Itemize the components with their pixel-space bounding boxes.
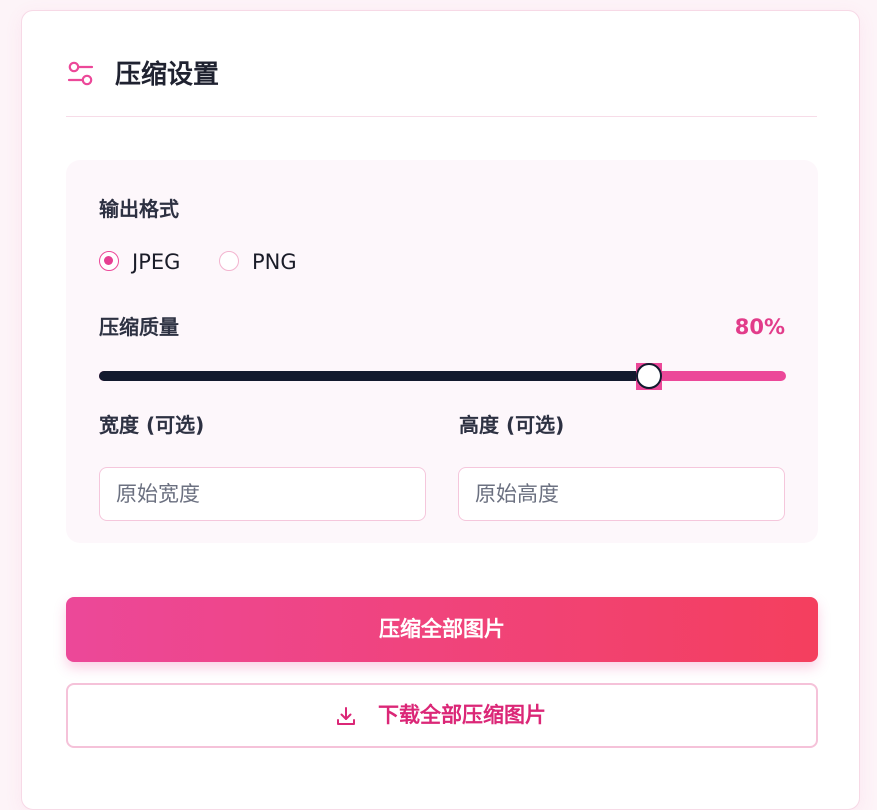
width-input[interactable] (99, 467, 426, 521)
settings-title: 压缩设置 (115, 60, 220, 90)
height-label: 高度 (可选) (459, 413, 565, 437)
download-icon (337, 707, 355, 725)
format-option-label: PNG (252, 250, 297, 274)
sliders-icon (67, 61, 94, 86)
width-label: 宽度 (可选) (99, 413, 205, 437)
slider-fill (99, 371, 649, 381)
output-format-label: 输出格式 (99, 197, 179, 221)
radio-unchecked-icon (219, 251, 239, 271)
height-input[interactable] (458, 467, 785, 521)
download-all-button[interactable]: 下载全部压缩图片 (66, 683, 818, 748)
radio-checked-icon (99, 251, 119, 271)
settings-panel: 输出格式 JPEG PNG 压缩质量 80% 宽度 (可选) 高度 (可选) (66, 160, 818, 543)
quality-label: 压缩质量 (99, 315, 179, 339)
compress-all-label: 压缩全部图片 (379, 617, 505, 641)
download-all-label: 下载全部压缩图片 (378, 703, 546, 727)
settings-header: 压缩设置 (66, 57, 817, 117)
slider-thumb-knob (636, 363, 662, 389)
compression-settings-card: 压缩设置 输出格式 JPEG PNG 压缩质量 80% 宽度 (可选) 高度 (… (21, 10, 860, 810)
quality-value: 80% (734, 315, 785, 339)
format-option-label: JPEG (132, 250, 181, 274)
quality-slider[interactable] (99, 363, 786, 390)
slider-thumb[interactable] (636, 363, 662, 390)
compress-all-button[interactable]: 压缩全部图片 (66, 597, 818, 662)
